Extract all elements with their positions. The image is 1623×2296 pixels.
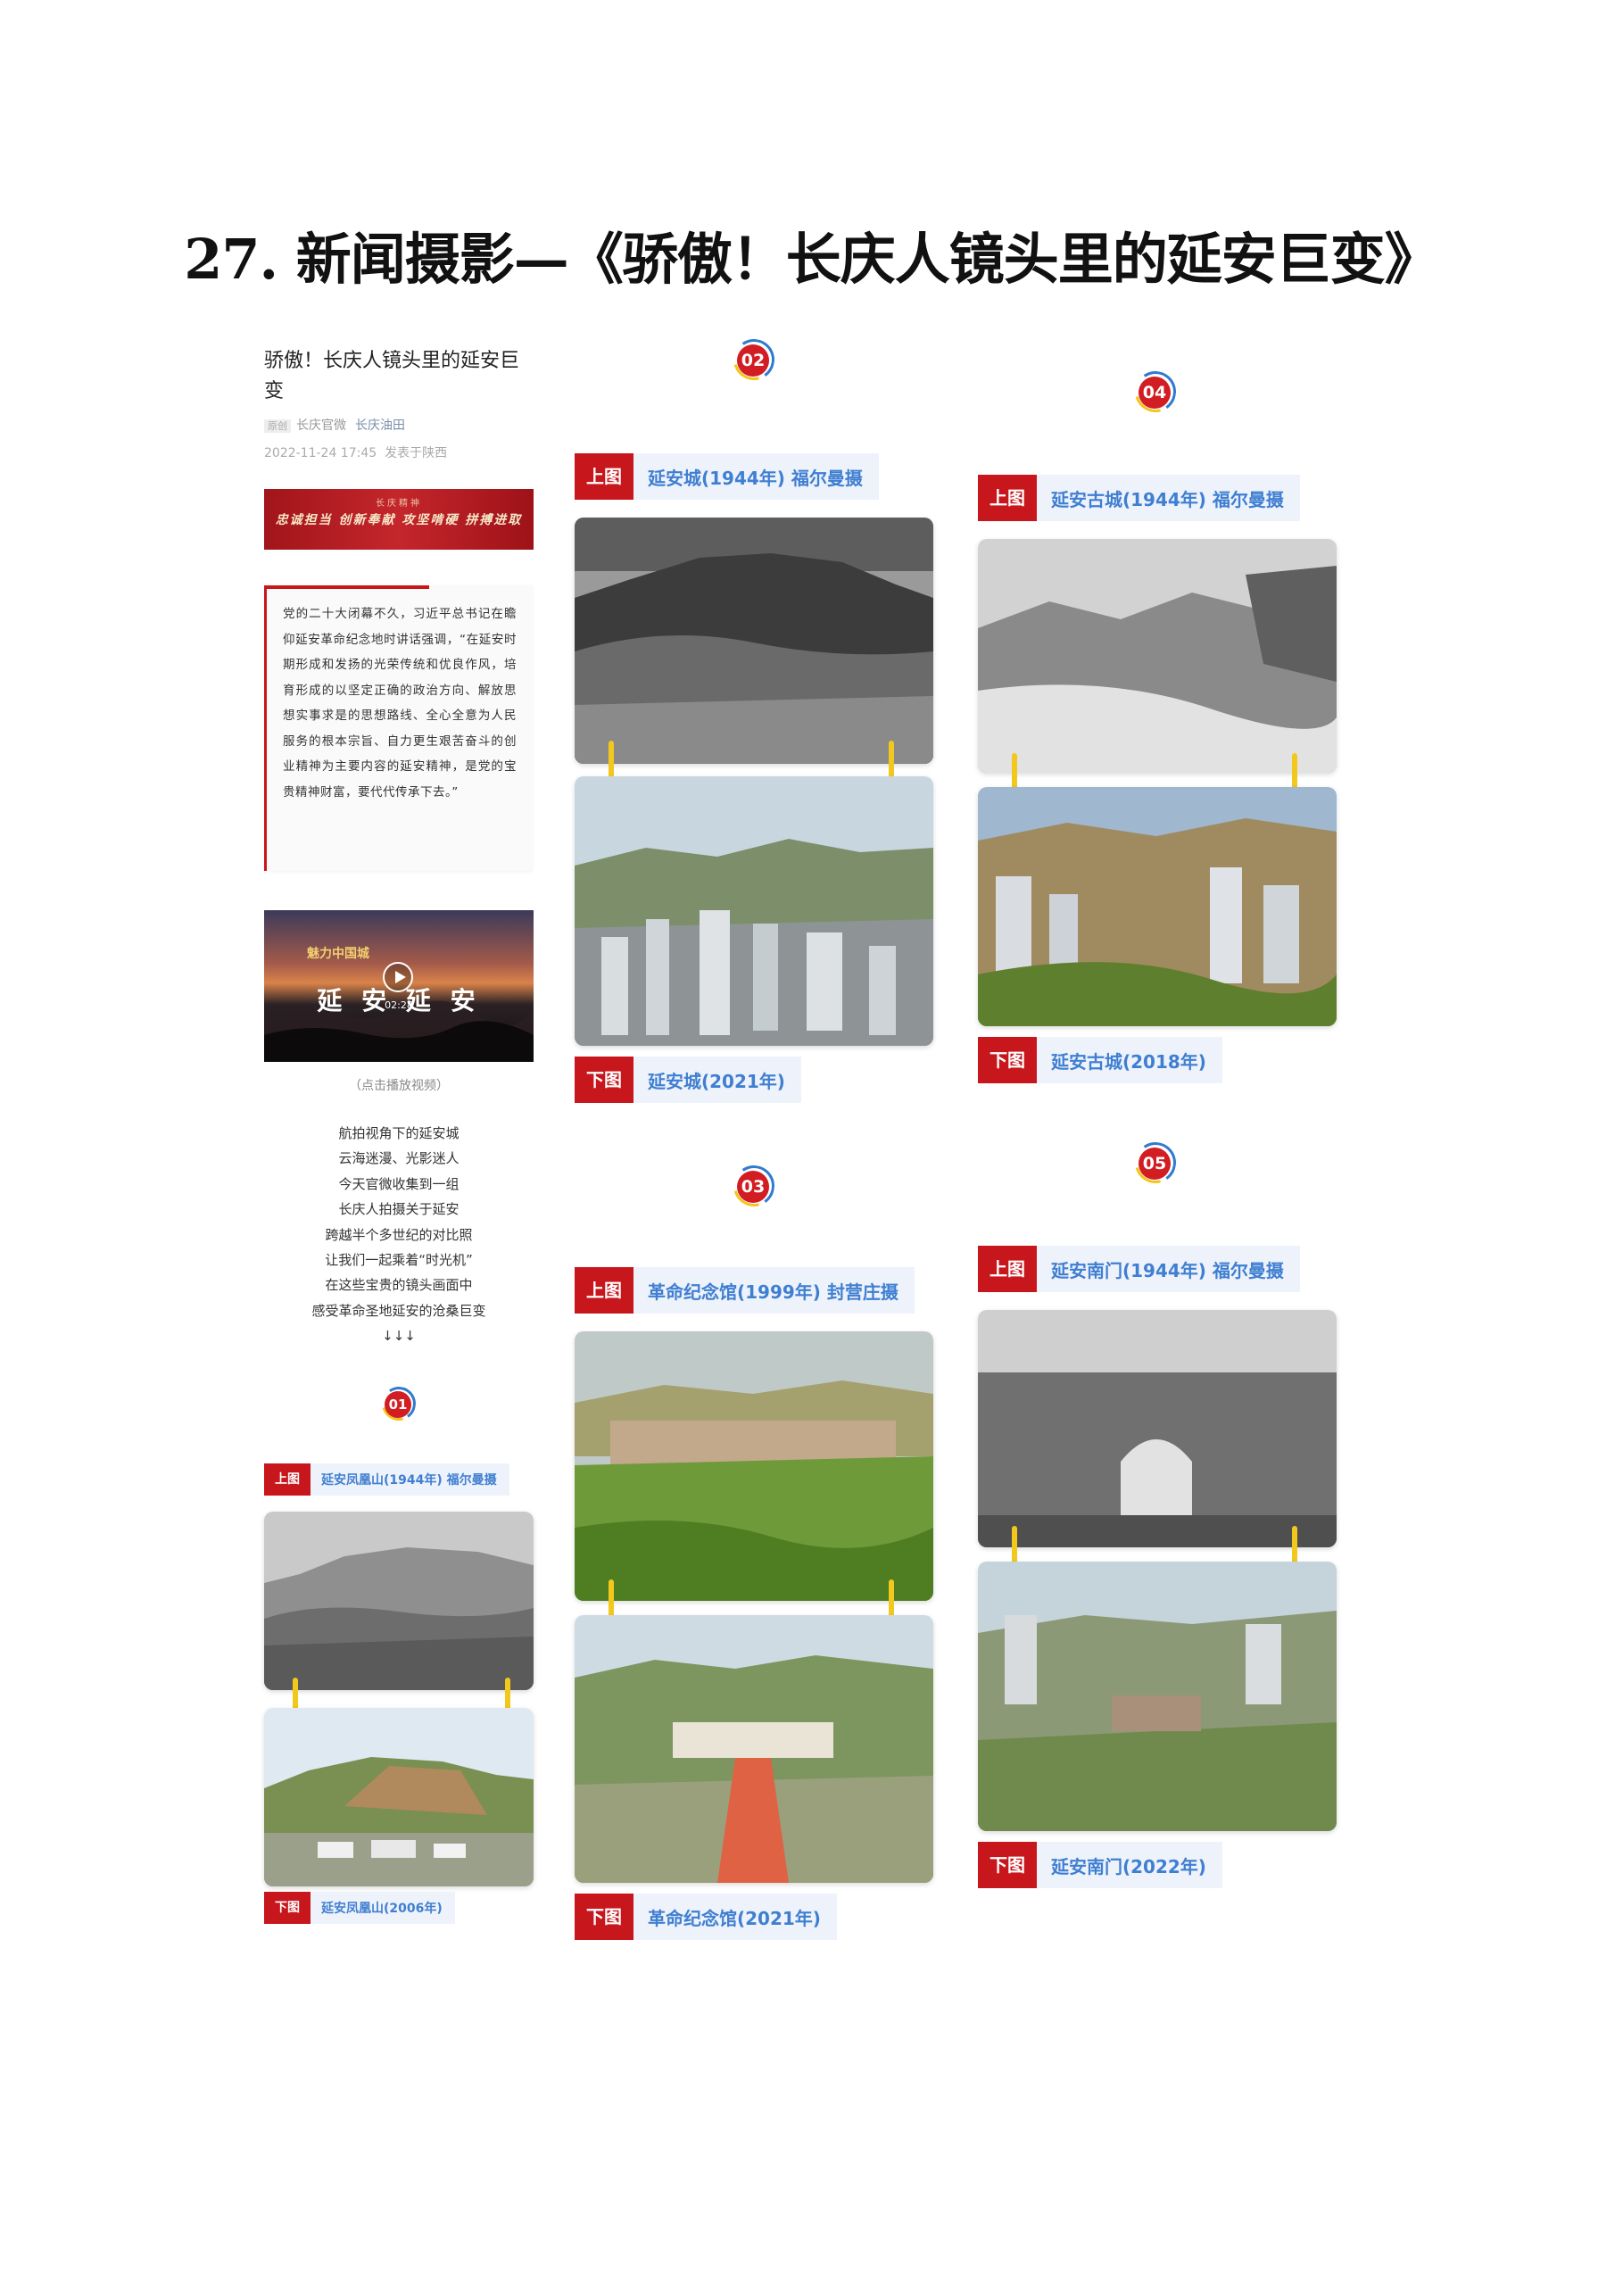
- banner-subtitle: 长庆精神: [376, 499, 422, 509]
- bottom-caption: 延安凤凰山(2006年): [321, 1902, 443, 1916]
- section-number: 01: [385, 1391, 411, 1418]
- photo-old-city-1944: [978, 539, 1337, 773]
- top-photo-label: 上图 延安城(1944年) 福尔曼摄: [575, 453, 879, 500]
- video-player[interactable]: 魅力中国城 延 安 延 安 02:28: [264, 910, 534, 1062]
- down-arrows: ↓↓↓: [382, 1328, 416, 1345]
- top-caption: 延安南门(1944年) 福尔曼摄: [1051, 1259, 1284, 1281]
- bottom-caption: 延安南门(2022年): [1051, 1855, 1206, 1877]
- bottom-photo-label: 下图 延安古城(2018年): [978, 1037, 1222, 1083]
- top-tag: 上图: [978, 475, 1037, 521]
- author-link[interactable]: 长庆油田: [355, 419, 405, 433]
- section-number: 02: [737, 344, 769, 377]
- bottom-tag: 下图: [978, 1037, 1037, 1083]
- photo-memorial-hall-2021: [575, 1615, 933, 1883]
- photo-south-gate-2022: [978, 1562, 1337, 1831]
- poem-line: 今天官微收集到一组: [338, 1175, 460, 1192]
- section-number: 03: [737, 1171, 769, 1203]
- section-number-badge: 05: [1127, 1134, 1184, 1191]
- photo-fenghuangshan-2006: [264, 1708, 534, 1886]
- top-caption: 延安古城(1944年) 福尔曼摄: [1051, 488, 1284, 510]
- poem-line: 长庆人拍摄关于延安: [338, 1201, 460, 1218]
- photo-memorial-hall-1999: [575, 1331, 933, 1601]
- bottom-caption: 延安城(2021年): [648, 1070, 785, 1092]
- article-date: 2022-11-24 17:45 发表于陕西: [264, 443, 447, 461]
- top-caption: 革命纪念馆(1999年) 封营庄摄: [648, 1281, 898, 1303]
- photo-yanan-city-1944: [575, 518, 933, 764]
- section-number-badge: 04: [1127, 363, 1184, 420]
- intro-poem: 航拍视角下的延安城 云海迷漫、光影迷人 今天官微收集到一组 长庆人拍摄关于延安 …: [264, 1121, 534, 1349]
- bottom-caption: 延安古城(2018年): [1051, 1050, 1206, 1073]
- poem-line: 跨越半个多世纪的对比照: [325, 1226, 473, 1243]
- bottom-caption: 革命纪念馆(2021年): [648, 1907, 821, 1929]
- video-brand: 魅力中国城: [307, 947, 369, 961]
- bottom-photo-label: 下图 延安南门(2022年): [978, 1842, 1222, 1888]
- section-number-badge: 03: [725, 1157, 783, 1214]
- quote-text: 党的二十大闭幕不久，习近平总书记在瞻仰延安革命纪念地时讲话强调，“在延安时期形成…: [283, 607, 517, 800]
- top-photo-label: 上图 延安凤凰山(1944年) 福尔曼摄: [264, 1463, 509, 1496]
- section-number: 04: [1139, 377, 1171, 409]
- poem-line: 在这些宝贵的镜头画面中: [325, 1277, 473, 1294]
- section-number-badge: 01: [376, 1380, 422, 1427]
- bottom-tag: 下图: [978, 1842, 1037, 1888]
- publish-datetime: 2022-11-24 17:45: [264, 446, 377, 460]
- top-photo-label: 上图 延安古城(1944年) 福尔曼摄: [978, 475, 1300, 521]
- bottom-photo-label: 下图 革命纪念馆(2021年): [575, 1894, 837, 1940]
- photo-south-gate-1944: [978, 1310, 1337, 1547]
- top-photo-label: 上图 延安南门(1944年) 福尔曼摄: [978, 1246, 1300, 1292]
- top-caption: 延安凤凰山(1944年) 福尔曼摄: [321, 1473, 497, 1488]
- top-tag: 上图: [575, 453, 633, 500]
- poem-line: 云海迷漫、光影迷人: [338, 1150, 460, 1167]
- play-icon[interactable]: [383, 962, 413, 992]
- bottom-photo-label: 下图 延安城(2021年): [575, 1057, 801, 1103]
- article-title: 骄傲！长庆人镜头里的延安巨变: [264, 350, 520, 402]
- bottom-tag: 下图: [575, 1894, 633, 1940]
- quote-card: 党的二十大闭幕不久，习近平总书记在瞻仰延安革命纪念地时讲话强调，“在延安时期形成…: [264, 585, 533, 871]
- top-tag: 上图: [978, 1246, 1037, 1292]
- top-photo-label: 上图 革命纪念馆(1999年) 封营庄摄: [575, 1267, 915, 1314]
- photo-fenghuangshan-1944: [264, 1512, 534, 1690]
- top-tag: 上图: [575, 1267, 633, 1314]
- section-number-badge: 02: [725, 331, 783, 388]
- poem-line: 航拍视角下的延安城: [338, 1125, 460, 1141]
- poem-line: 感受革命圣地延安的沧桑巨变: [311, 1302, 486, 1319]
- poem-line: 让我们一起乘着“时光机”: [325, 1252, 473, 1269]
- video-duration: 02:28: [385, 999, 413, 1011]
- top-tag: 上图: [264, 1463, 311, 1496]
- publish-location: 发表于陕西: [385, 446, 448, 460]
- video-caption: （点击播放视频）: [349, 1079, 449, 1093]
- bottom-photo-label: 下图 延安凤凰山(2006年): [264, 1892, 455, 1924]
- photo-old-city-2018: [978, 787, 1337, 1026]
- section-number: 05: [1139, 1148, 1171, 1180]
- bottom-tag: 下图: [575, 1057, 633, 1103]
- top-caption: 延安城(1944年) 福尔曼摄: [648, 467, 863, 489]
- photo-yanan-city-2021: [575, 776, 933, 1046]
- original-badge: 原创: [264, 419, 291, 433]
- banner-slogan: 忠诚担当 创新奉献 攻坚啃硬 拼搏进取: [275, 513, 523, 527]
- page-title: 27. 新闻摄影—《骄傲！长庆人镜头里的延安巨变》: [184, 227, 1439, 292]
- account-link[interactable]: 长庆官微: [296, 419, 346, 433]
- article-meta: 原创 长庆官微 长庆油田: [264, 416, 405, 434]
- bottom-tag: 下图: [264, 1892, 311, 1924]
- spirit-banner: 长庆精神 忠诚担当 创新奉献 攻坚啃硬 拼搏进取: [264, 489, 534, 550]
